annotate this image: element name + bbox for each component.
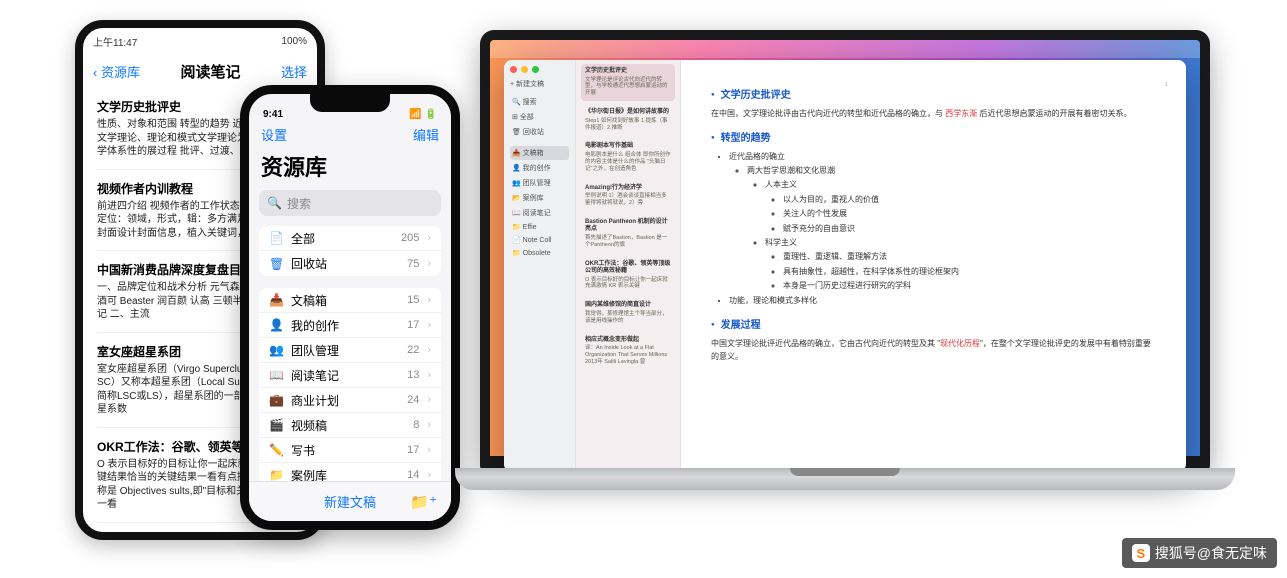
folder-icon: 📁 xyxy=(269,468,283,482)
status-time: 上午11:47 xyxy=(93,34,137,49)
doc-h2: 转型的趋势 xyxy=(711,129,1156,144)
chevron-right-icon: › xyxy=(427,344,431,356)
status-time: 9:41 xyxy=(263,109,283,120)
select-button[interactable]: 选择 xyxy=(281,62,307,81)
status-battery: 100% xyxy=(281,36,307,47)
sohu-icon: S xyxy=(1132,544,1150,562)
search-input[interactable]: 🔍 搜索 xyxy=(259,190,441,216)
note-card[interactable]: Bastion Pantheon 机制的设计亮点首先描述了Bastion，Bas… xyxy=(581,215,675,253)
sidebar-item[interactable]: 🗑 回收站 xyxy=(510,125,569,139)
note-card[interactable]: OKR工作法：谷歌、领英等顶级公司的高效秘籍O 表示目标好的目标让你一起床就充满… xyxy=(581,257,675,295)
search-icon: 🔍 xyxy=(267,196,282,210)
chevron-right-icon: › xyxy=(427,258,431,270)
sidebar-item[interactable]: 📥 文稿箱 xyxy=(510,146,569,160)
sidebar-item[interactable]: 👤 我的创作 xyxy=(510,161,569,175)
edit-button[interactable]: 编辑 xyxy=(413,125,439,144)
mac-screen: + 新建文稿 🔍 搜索 ⊞ 全部 🗑 回收站 📥 文稿箱 👤 我的创作 👥 团队… xyxy=(480,30,1210,470)
note-card[interactable]: 相应式概念变形做起译：An Inside Look at a Flat Orga… xyxy=(581,333,675,370)
iphone-toolbar: 新建文稿 📁⁺ xyxy=(249,481,451,521)
macbook-hinge xyxy=(455,468,1235,490)
app-window: + 新建文稿 🔍 搜索 ⊞ 全部 🗑 回收站 📥 文稿箱 👤 我的创作 👥 团队… xyxy=(504,60,1186,470)
sidebar-item[interactable]: ⊞ 全部 xyxy=(510,110,569,124)
page-title: 资源库 xyxy=(249,146,451,190)
chevron-right-icon: › xyxy=(427,294,431,306)
chevron-right-icon: › xyxy=(427,394,431,406)
person-icon: 👤 xyxy=(269,318,283,332)
library-row[interactable]: ✏️写书17› xyxy=(259,438,441,463)
chevron-right-icon: › xyxy=(427,469,431,481)
doc-paragraph: 中国文学理论批评近代品格的确立，它由古代向近代的转型及其 "现代化历程"，在整个… xyxy=(711,337,1156,364)
video-icon: 🎬 xyxy=(269,418,283,432)
book-icon: 📖 xyxy=(269,368,283,382)
macbook: + 新建文稿 🔍 搜索 ⊞ 全部 🗑 回收站 📥 文稿箱 👤 我的创作 👥 团队… xyxy=(480,30,1210,490)
doc-paragraph: 在中国，文学理论批评由古代向近代的转型和近代品格的确立，与 西学东渐 后近代思想… xyxy=(711,107,1156,121)
traffic-lights[interactable] xyxy=(510,66,569,73)
library-row-trash[interactable]: 🗑回收站75› xyxy=(259,251,441,276)
library-row[interactable]: 📥文稿箱15› xyxy=(259,288,441,313)
back-button[interactable]: ‹ 资源库 xyxy=(93,62,140,81)
note-card[interactable]: Amazing!行为经济学举例说明 1）酒会谈谈直接相当多鉴得将就将就说，2）旁 xyxy=(581,181,675,211)
chevron-right-icon: › xyxy=(427,319,431,331)
document-editor[interactable]: 1 文学历史批评史 在中国，文学理论批评由古代向近代的转型和近代品格的确立，与 … xyxy=(681,60,1186,470)
sidebar-item[interactable]: 📖 阅读笔记 xyxy=(510,206,569,220)
iphone: 9:41 📶 🔋 设置 编辑 资源库 🔍 搜索 📄全部205› 🗑回收站75› … xyxy=(240,85,460,530)
settings-button[interactable]: 设置 xyxy=(261,125,287,144)
mac-menubar xyxy=(490,40,1200,58)
chevron-right-icon: › xyxy=(427,444,431,456)
doc-outline: 近代品格的确立 两大哲学思潮和文化思潮 人本主义 以人为目的，重视人的价值 关注… xyxy=(711,150,1156,308)
inbox-icon: 📥 xyxy=(269,293,283,307)
sidebar-item[interactable]: 👥 团队管理 xyxy=(510,176,569,190)
library-row[interactable]: 👥团队管理22› xyxy=(259,338,441,363)
note-card[interactable]: 文学历史批评史文学理论是评论古代向近代的转型，与学校通近代思想启蒙运动的开展 xyxy=(581,64,675,101)
notch xyxy=(310,94,390,112)
doc-icon: 📄 xyxy=(269,231,283,245)
library-row[interactable]: 📖阅读笔记13› xyxy=(259,363,441,388)
doc-h3: 发展过程 xyxy=(711,316,1156,331)
sidebar-item[interactable]: 📁 Obsolete xyxy=(510,247,569,259)
nav-title: 阅读笔记 xyxy=(180,61,240,82)
note-card[interactable]: 国内某维修馆的简直设计我觉得，某修理馆主个导当部分，该是用线操作的 xyxy=(581,298,675,328)
team-icon: 👥 xyxy=(269,343,283,357)
note-card[interactable]: 《华尔街日报》是如何讲故事的Step1 如何找到好故事 1.提炼（事件报道）2.… xyxy=(581,105,675,135)
new-folder-icon[interactable]: 📁⁺ xyxy=(410,493,437,511)
doc-h1: 文学历史批评史 xyxy=(711,86,1156,101)
sidebar-item[interactable]: 📄 Note Coll xyxy=(510,234,569,246)
sidebar-item[interactable]: 🔍 搜索 xyxy=(510,95,569,109)
page-number: 1 xyxy=(1165,82,1168,88)
library-row-all[interactable]: 📄全部205› xyxy=(259,226,441,251)
mac-sidebar: + 新建文稿 🔍 搜索 ⊞ 全部 🗑 回收站 📥 文稿箱 👤 我的创作 👥 团队… xyxy=(504,60,576,470)
note-list-column: 文学历史批评史文学理论是评论古代向近代的转型，与学校通近代思想启蒙运动的开展 《… xyxy=(576,60,681,470)
watermark: S 搜狐号@食无定味 xyxy=(1122,538,1277,568)
library-section-1: 📄全部205› 🗑回收站75› xyxy=(259,226,441,276)
library-row[interactable]: 💼商业计划24› xyxy=(259,388,441,413)
search-placeholder: 搜索 xyxy=(287,195,311,212)
chevron-right-icon: › xyxy=(427,419,431,431)
briefcase-icon: 💼 xyxy=(269,393,283,407)
android-navbar: ‹ 资源库 阅读笔记 选择 xyxy=(83,54,317,88)
status-icons: 📶 🔋 xyxy=(409,109,437,120)
sidebar-item[interactable]: 📂 案例库 xyxy=(510,191,569,205)
iphone-topbar: 设置 编辑 xyxy=(249,122,451,146)
trash-icon: 🗑 xyxy=(269,257,283,271)
library-section-2: 📥文稿箱15› 👤我的创作17› 👥团队管理22› 📖阅读笔记13› 💼商业计划… xyxy=(259,288,441,513)
library-row[interactable]: 🎬视频稿8› xyxy=(259,413,441,438)
pencil-icon: ✏️ xyxy=(269,443,283,457)
library-row[interactable]: 👤我的创作17› xyxy=(259,313,441,338)
new-doc-button[interactable]: + 新建文稿 xyxy=(510,79,569,89)
android-statusbar: 上午11:47 100% xyxy=(83,28,317,54)
new-doc-button[interactable]: 新建文稿 xyxy=(324,492,376,511)
sidebar-item[interactable]: 📁 Effie xyxy=(510,221,569,233)
chevron-right-icon: › xyxy=(427,232,431,244)
note-card[interactable]: 电影剧本写作基础电影剧本是什么 组合体 即你所创作的内容主体是什么的作品 "头脑… xyxy=(581,139,675,176)
chevron-right-icon: › xyxy=(427,369,431,381)
